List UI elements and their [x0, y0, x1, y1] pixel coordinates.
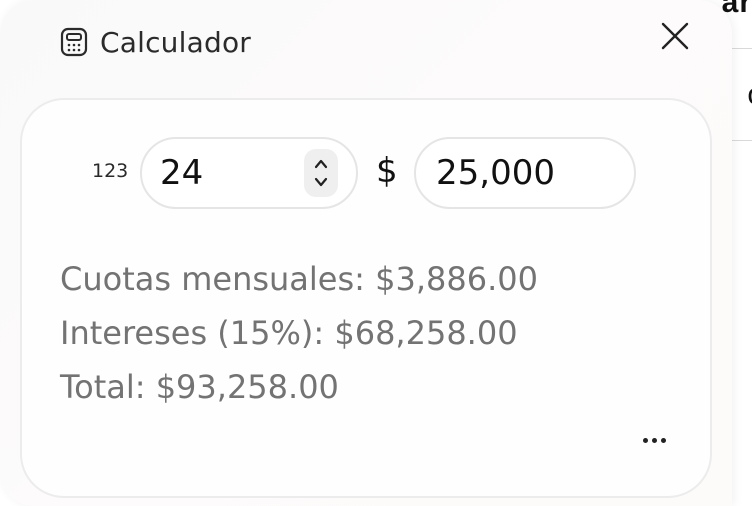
- panel-title: Calculador: [100, 25, 251, 59]
- currency-symbol: $: [376, 151, 398, 191]
- close-button[interactable]: [655, 16, 695, 56]
- amount-input[interactable]: 25,000: [414, 137, 636, 209]
- results-summary: Cuotas mensuales: $3,886.00 Intereses (1…: [60, 252, 538, 414]
- more-horizontal-icon: [642, 437, 648, 443]
- close-icon: [661, 22, 689, 50]
- more-options-button[interactable]: [636, 428, 672, 452]
- calculator-icon: [58, 26, 90, 58]
- amount-value: 25,000: [436, 153, 555, 193]
- monthly-payment-text: Cuotas mensuales: $3,886.00: [60, 260, 538, 298]
- installments-value: 24: [160, 153, 204, 193]
- panel-header: Calculador: [58, 22, 251, 62]
- number-prefix-label: 123: [92, 160, 129, 182]
- installments-stepper[interactable]: [304, 149, 338, 197]
- total-text: Total: $93,258.00: [60, 368, 339, 406]
- interest-text: Intereses (15%): $68,258.00: [60, 314, 518, 352]
- calculator-panel: Calculador 123 24 $ 25,000 Cuotas mensua…: [0, 0, 732, 506]
- installments-input[interactable]: 24: [140, 137, 358, 209]
- background-text: o: [747, 78, 752, 112]
- calculator-card: 123 24 $ 25,000 Cuotas mensuales: $3,886…: [20, 98, 712, 498]
- chevron-up-icon[interactable]: [313, 155, 329, 173]
- chevron-down-icon[interactable]: [313, 173, 329, 191]
